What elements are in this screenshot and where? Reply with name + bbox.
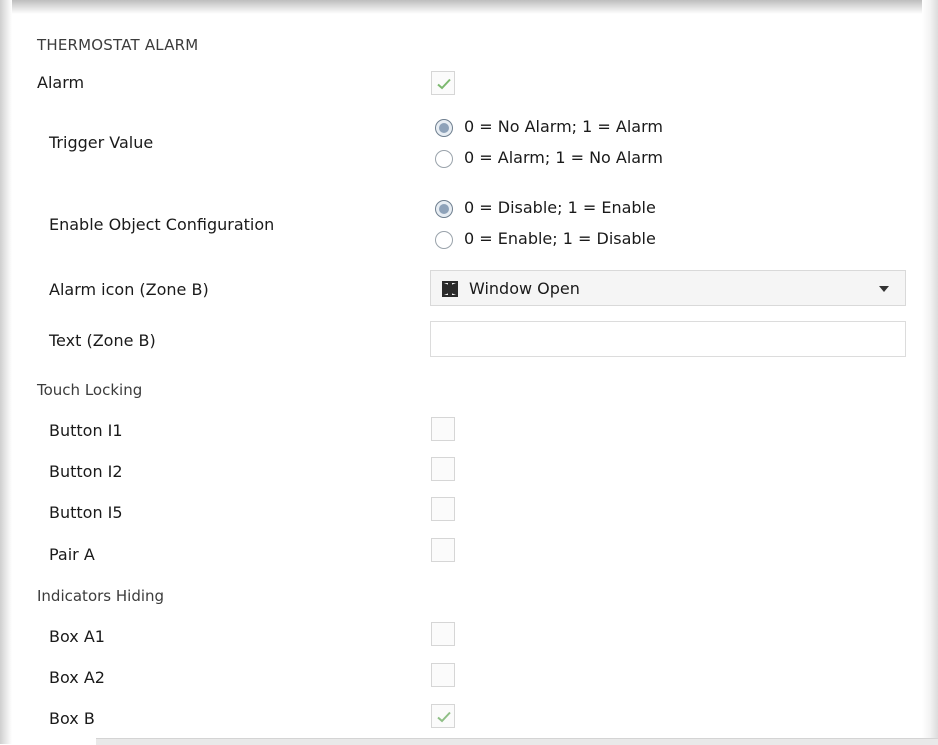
button-i5-checkbox[interactable] [431,497,455,521]
box-a1-checkbox[interactable] [431,622,455,646]
enable-object-option-1: 0 = Disable; 1 = Enable [464,198,656,217]
window-open-icon [442,281,458,297]
touch-item-label: Button I2 [49,462,123,481]
text-zone-input[interactable] [430,321,906,357]
indicator-item-label: Box B [49,709,95,728]
box-b-checkbox[interactable] [431,704,455,728]
enable-object-label: Enable Object Configuration [49,215,275,234]
window-shadow-right [922,0,938,744]
touch-item-label: Button I5 [49,503,123,522]
trigger-value-radio-1[interactable] [435,119,453,137]
check-icon [437,78,451,90]
chevron-down-icon [879,286,889,292]
section-title: THERMOSTAT ALARM [37,36,199,54]
alarm-icon-value: Window Open [469,279,580,298]
touch-item-label: Button I1 [49,421,123,440]
enable-object-radio-2[interactable] [435,231,453,249]
trigger-value-option-2: 0 = Alarm; 1 = No Alarm [464,148,663,167]
window-shadow-left [0,0,12,744]
touch-locking-title: Touch Locking [37,381,143,399]
trigger-value-label: Trigger Value [49,133,154,152]
enable-object-option-2: 0 = Enable; 1 = Disable [464,229,656,248]
alarm-icon-dropdown[interactable]: Window Open [430,270,906,306]
alarm-icon-label: Alarm icon (Zone B) [49,280,209,299]
button-i1-checkbox[interactable] [431,417,455,441]
parameter-panel: THERMOSTAT ALARM Alarm Trigger Value 0 =… [0,0,938,745]
indicator-item-label: Box A1 [49,627,105,646]
text-zone-label: Text (Zone B) [49,331,156,350]
window-shadow-top [0,0,938,14]
box-a2-checkbox[interactable] [431,663,455,687]
indicators-hiding-title: Indicators Hiding [37,587,165,605]
touch-item-label: Pair A [49,545,95,564]
button-i2-checkbox[interactable] [431,457,455,481]
enable-object-radio-1[interactable] [435,200,453,218]
alarm-label: Alarm [37,73,85,92]
indicator-item-label: Box A2 [49,668,105,687]
pair-a-checkbox[interactable] [431,538,455,562]
check-icon [437,711,451,723]
trigger-value-radio-2[interactable] [435,150,453,168]
trigger-value-option-1: 0 = No Alarm; 1 = Alarm [464,117,663,136]
alarm-checkbox[interactable] [431,71,455,95]
